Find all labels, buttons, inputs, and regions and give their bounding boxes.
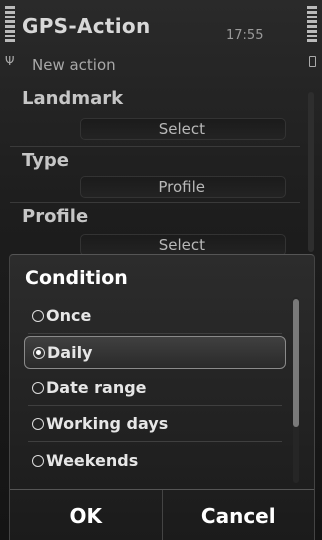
type-select[interactable]: Profile (80, 176, 286, 198)
divider (10, 146, 300, 147)
form-scrollbar[interactable] (308, 92, 314, 252)
status-bar: GPS-Action 17:55 Ψ New action (0, 0, 322, 84)
radio-unselected-icon (32, 381, 44, 394)
radio-selected-icon (33, 346, 45, 359)
divider (28, 405, 282, 406)
option-label: Once (46, 306, 92, 325)
field-label-landmark: Landmark (22, 88, 124, 109)
radio-unselected-icon (32, 309, 44, 322)
dialog-scrollbar-thumb[interactable] (293, 299, 299, 427)
option-working-days[interactable]: Working days (24, 407, 286, 440)
field-label-type: Type (22, 150, 69, 171)
landmark-select[interactable]: Select (80, 118, 286, 140)
dialog-title: Condition (25, 267, 128, 289)
view-subtitle: New action (32, 56, 116, 74)
field-label-profile: Profile (22, 206, 89, 227)
battery-level-icon (309, 56, 316, 67)
softkey-bar: OK Cancel (10, 489, 314, 540)
option-once[interactable]: Once (24, 299, 286, 332)
option-label: Daily (47, 343, 93, 362)
antenna-icon: Ψ (5, 54, 15, 68)
divider (28, 441, 282, 442)
option-weekends[interactable]: Weekends (24, 444, 286, 477)
cancel-button[interactable]: Cancel (161, 490, 315, 540)
radio-unselected-icon (32, 417, 44, 430)
clock: 17:55 (226, 28, 264, 43)
option-label: Working days (46, 414, 169, 433)
signal-strength-icon (5, 6, 15, 42)
condition-dialog: Condition Once Daily Date range Working … (9, 254, 315, 540)
option-daily[interactable]: Daily (24, 336, 286, 369)
action-form: Landmark Select Type Profile Profile Sel… (0, 84, 322, 262)
app-title: GPS-Action (22, 14, 151, 38)
ok-button[interactable]: OK (10, 490, 162, 540)
battery-icon (307, 6, 317, 42)
profile-select[interactable]: Select (80, 234, 286, 256)
option-date-range[interactable]: Date range (24, 371, 286, 404)
divider (28, 333, 282, 334)
divider (10, 202, 300, 203)
option-label: Date range (46, 378, 147, 397)
screen: GPS-Action 17:55 Ψ New action Landmark S… (0, 0, 322, 540)
option-label: Weekends (46, 451, 139, 470)
radio-unselected-icon (32, 454, 44, 467)
